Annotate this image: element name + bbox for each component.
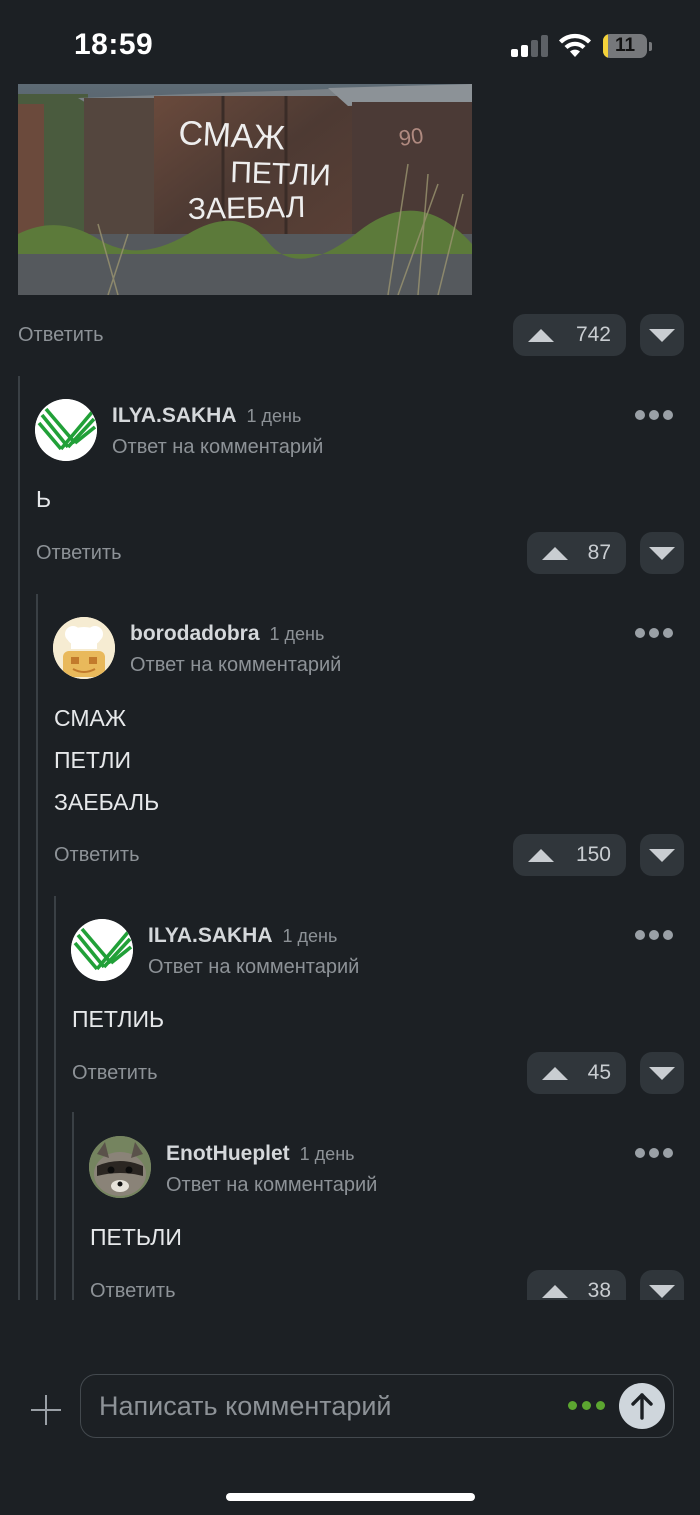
- arrow-down-icon: [649, 1285, 675, 1298]
- upvote-button[interactable]: 45: [527, 1052, 626, 1094]
- arrow-down-icon: [649, 547, 675, 560]
- graffiti-line-1: СМАЖ: [178, 114, 286, 158]
- graffiti-line-2: ПЕТЛИ: [230, 156, 332, 192]
- chef-avatar-icon: [53, 617, 115, 679]
- arrow-up-icon: [542, 1284, 568, 1298]
- thread-line: [36, 594, 38, 1300]
- home-indicator: [226, 1493, 475, 1501]
- battery-level: 11: [614, 35, 636, 56]
- comment-text-line: ПЕТЛИ: [54, 747, 132, 773]
- comment-text: ПЕТЛИЬ: [72, 1006, 165, 1032]
- avatar[interactable]: [53, 617, 115, 679]
- battery-icon: 11: [603, 34, 647, 58]
- comment-time: 1 день: [299, 1144, 355, 1164]
- vote-count: 45: [587, 1061, 611, 1084]
- reply-context[interactable]: Ответ на комментарий: [112, 436, 323, 459]
- comment-text: Ь: [36, 486, 52, 512]
- clock: 18:59: [74, 28, 154, 61]
- comment-time: 1 день: [246, 406, 302, 426]
- comment-text: ПЕТЬЛИ: [90, 1224, 182, 1250]
- more-options-icon[interactable]: [635, 1148, 675, 1160]
- reply-button[interactable]: Ответить: [54, 844, 140, 867]
- comment-time: 1 день: [282, 926, 338, 946]
- avatar[interactable]: [71, 919, 133, 981]
- arrow-up-icon: [542, 1066, 568, 1080]
- comment-author[interactable]: EnotHueplet 1 день: [166, 1142, 355, 1166]
- wifi-icon: [559, 33, 591, 57]
- reply-context[interactable]: Ответ на комментарий: [130, 654, 341, 677]
- downvote-button[interactable]: [640, 314, 684, 356]
- arrow-up-icon: [528, 328, 554, 342]
- reply-button[interactable]: Ответить: [36, 542, 122, 565]
- arrow-down-icon: [649, 849, 675, 862]
- thread-line: [72, 1112, 74, 1300]
- sber-logo-icon: [71, 919, 133, 981]
- sber-logo-icon: [35, 399, 97, 461]
- vote-count: 742: [575, 323, 611, 346]
- downvote-button[interactable]: [640, 834, 684, 876]
- more-options-icon[interactable]: [635, 628, 675, 640]
- arrow-up-icon: [542, 546, 568, 560]
- reply-button[interactable]: Ответить: [18, 324, 104, 347]
- upvote-button[interactable]: 742: [513, 314, 626, 356]
- comment-author[interactable]: ILYA.SAKHA 1 день: [112, 404, 301, 428]
- thread-line: [54, 896, 56, 1300]
- raccoon-avatar-icon: [89, 1136, 151, 1198]
- reply-context[interactable]: Ответ на комментарий: [148, 956, 359, 979]
- downvote-button[interactable]: [640, 532, 684, 574]
- comment-author[interactable]: ILYA.SAKHA 1 день: [148, 924, 337, 948]
- reply-context[interactable]: Ответ на комментарий: [166, 1174, 377, 1197]
- arrow-up-icon: [528, 848, 554, 862]
- more-options-icon[interactable]: [635, 930, 675, 942]
- battery-tip: [649, 42, 652, 51]
- avatar[interactable]: [89, 1136, 151, 1198]
- status-bar: 18:59 11: [0, 0, 700, 84]
- send-button[interactable]: [619, 1383, 665, 1429]
- upvote-button[interactable]: 87: [527, 532, 626, 574]
- more-options-icon[interactable]: [635, 410, 675, 422]
- upvote-button[interactable]: 150: [513, 834, 626, 876]
- typing-options-icon[interactable]: [568, 1401, 608, 1413]
- thread-line: [18, 376, 20, 1300]
- reply-button[interactable]: Ответить: [72, 1062, 158, 1085]
- comment-author[interactable]: borodadobra 1 день: [130, 622, 324, 646]
- vote-count: 87: [587, 541, 611, 564]
- arrow-down-icon: [649, 329, 675, 342]
- comment-input[interactable]: [97, 1375, 561, 1438]
- arrow-up-send-icon: [631, 1393, 653, 1420]
- post-image[interactable]: СМАЖ ПЕТЛИ ЗАЕБАЛ 90: [18, 84, 472, 295]
- downvote-button[interactable]: [640, 1052, 684, 1094]
- avatar[interactable]: [35, 399, 97, 461]
- arrow-down-icon: [649, 1067, 675, 1080]
- comment-text-line: СМАЖ: [54, 705, 127, 731]
- add-attachment-icon[interactable]: [31, 1395, 61, 1425]
- vote-count: 150: [575, 843, 611, 866]
- comment-time: 1 день: [269, 624, 325, 644]
- graffiti-line-3: ЗАЕБАЛ: [188, 191, 306, 226]
- svg-text:90: 90: [397, 123, 425, 151]
- cellular-signal-icon: [511, 35, 549, 57]
- comment-text-line: ЗАЕБАЛЬ: [54, 789, 160, 815]
